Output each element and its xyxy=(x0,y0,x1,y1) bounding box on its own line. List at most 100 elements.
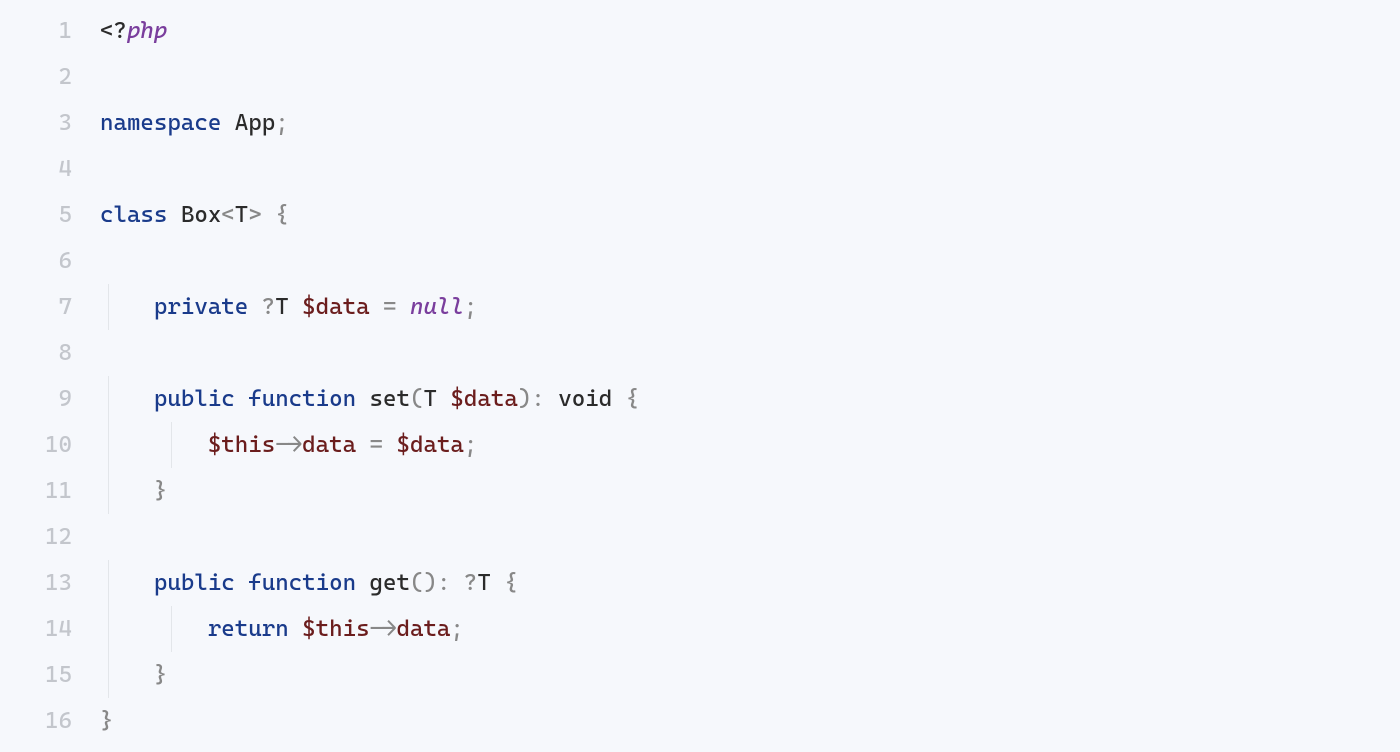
code-token: } xyxy=(154,478,167,504)
line-number: 9 xyxy=(0,376,100,422)
line-number: 16 xyxy=(0,698,100,744)
code-line[interactable]: 16} xyxy=(0,698,1400,744)
code-line[interactable]: 8 xyxy=(0,330,1400,376)
code-token: ; xyxy=(464,432,477,458)
code-line[interactable]: 9 public function set(T $data): void { xyxy=(0,376,1400,422)
code-line[interactable]: 7 private ?T $data = null; xyxy=(0,284,1400,330)
code-line[interactable]: 13 public function get(): ?T { xyxy=(0,560,1400,606)
code-token: get xyxy=(370,570,410,596)
code-editor[interactable]: 1<?php23namespace App;45class Box<T> {67… xyxy=(0,8,1400,744)
code-token xyxy=(370,294,383,320)
indent-guide xyxy=(108,422,109,468)
line-number: 8 xyxy=(0,330,100,376)
code-token: Box xyxy=(167,202,221,228)
code-line[interactable]: 11 } xyxy=(0,468,1400,514)
code-token: void xyxy=(545,386,626,412)
line-number: 2 xyxy=(0,54,100,100)
code-token: set xyxy=(370,386,410,412)
code-content[interactable]: class Box<T> { xyxy=(100,192,1400,238)
code-token: null xyxy=(410,294,464,320)
code-token: () xyxy=(410,570,437,596)
code-token: : xyxy=(531,386,544,412)
code-line[interactable]: 2 xyxy=(0,54,1400,100)
code-token: } xyxy=(154,662,167,688)
code-token: ) xyxy=(518,386,531,412)
indent-guide xyxy=(171,422,172,468)
code-token: : xyxy=(437,570,450,596)
code-token: { xyxy=(504,570,517,596)
code-token: $this xyxy=(302,616,369,642)
line-number: 6 xyxy=(0,238,100,284)
code-token: class xyxy=(100,202,167,228)
code-token: function xyxy=(248,570,356,596)
code-token: data xyxy=(397,616,451,642)
code-content[interactable]: } xyxy=(100,698,1400,744)
line-number: 5 xyxy=(0,192,100,238)
code-token: -> xyxy=(275,432,302,458)
code-line[interactable]: 14 return $this->data; xyxy=(0,606,1400,652)
code-line[interactable]: 10 $this->data = $data; xyxy=(0,422,1400,468)
code-token: } xyxy=(100,708,113,734)
code-token xyxy=(289,616,302,642)
code-token: T xyxy=(477,570,504,596)
code-token: ? xyxy=(464,570,477,596)
code-token xyxy=(397,294,410,320)
indent-guide xyxy=(108,560,109,606)
code-token: -> xyxy=(370,616,397,642)
code-content[interactable]: $this->data = $data; xyxy=(100,422,1400,468)
indent-guide xyxy=(108,468,109,514)
code-token: T xyxy=(275,294,302,320)
code-token: < xyxy=(221,202,234,228)
line-number: 12 xyxy=(0,514,100,560)
code-token: { xyxy=(626,386,639,412)
code-content[interactable]: <?php xyxy=(100,8,1400,54)
indent-guide xyxy=(108,606,109,652)
line-number: 15 xyxy=(0,652,100,698)
line-number: 14 xyxy=(0,606,100,652)
code-token: = xyxy=(383,294,396,320)
indent-guide xyxy=(108,284,109,330)
code-content[interactable]: public function get(): ?T { xyxy=(100,560,1400,606)
code-token: > xyxy=(248,202,261,228)
code-line[interactable]: 12 xyxy=(0,514,1400,560)
code-token xyxy=(450,570,463,596)
code-content[interactable]: private ?T $data = null; xyxy=(100,284,1400,330)
code-token xyxy=(235,570,248,596)
code-token: private xyxy=(154,294,248,320)
code-token xyxy=(356,570,369,596)
code-token: public xyxy=(154,570,235,596)
code-token: ? xyxy=(262,294,275,320)
code-line[interactable]: 6 xyxy=(0,238,1400,284)
code-line[interactable]: 3namespace App; xyxy=(0,100,1400,146)
code-token: php xyxy=(127,18,167,44)
code-token: namespace xyxy=(100,110,221,136)
code-token: ; xyxy=(275,110,288,136)
code-token: public xyxy=(154,386,235,412)
code-token xyxy=(262,202,275,228)
code-token: = xyxy=(370,432,383,458)
code-token: $data xyxy=(450,386,517,412)
code-content[interactable]: return $this->data; xyxy=(100,606,1400,652)
code-line[interactable]: 5class Box<T> { xyxy=(0,192,1400,238)
code-content[interactable]: } xyxy=(100,468,1400,514)
code-token: ; xyxy=(464,294,477,320)
code-token: { xyxy=(275,202,288,228)
code-token xyxy=(356,386,369,412)
code-content[interactable]: } xyxy=(100,652,1400,698)
indent-guide xyxy=(108,652,109,698)
line-number: 13 xyxy=(0,560,100,606)
code-token xyxy=(100,432,208,458)
code-token: ; xyxy=(450,616,463,642)
indent-guide xyxy=(108,376,109,422)
code-token xyxy=(235,386,248,412)
code-content[interactable]: namespace App; xyxy=(100,100,1400,146)
code-token xyxy=(100,616,208,642)
code-line[interactable]: 1<?php xyxy=(0,8,1400,54)
code-token xyxy=(383,432,396,458)
code-line[interactable]: 15 } xyxy=(0,652,1400,698)
code-content[interactable]: public function set(T $data): void { xyxy=(100,376,1400,422)
line-number: 1 xyxy=(0,8,100,54)
code-token: ( xyxy=(410,386,423,412)
line-number: 7 xyxy=(0,284,100,330)
code-line[interactable]: 4 xyxy=(0,146,1400,192)
